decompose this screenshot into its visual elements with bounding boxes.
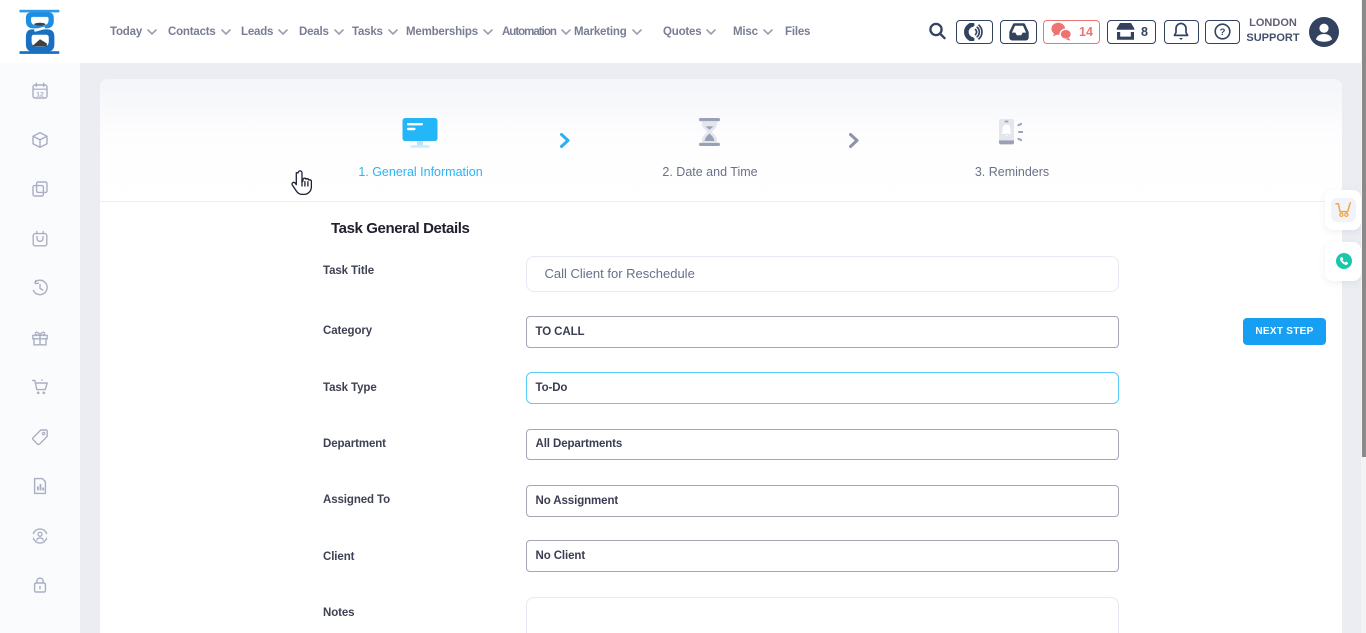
svg-text:12: 12 [36,91,44,98]
svg-text:?: ? [1220,27,1226,38]
